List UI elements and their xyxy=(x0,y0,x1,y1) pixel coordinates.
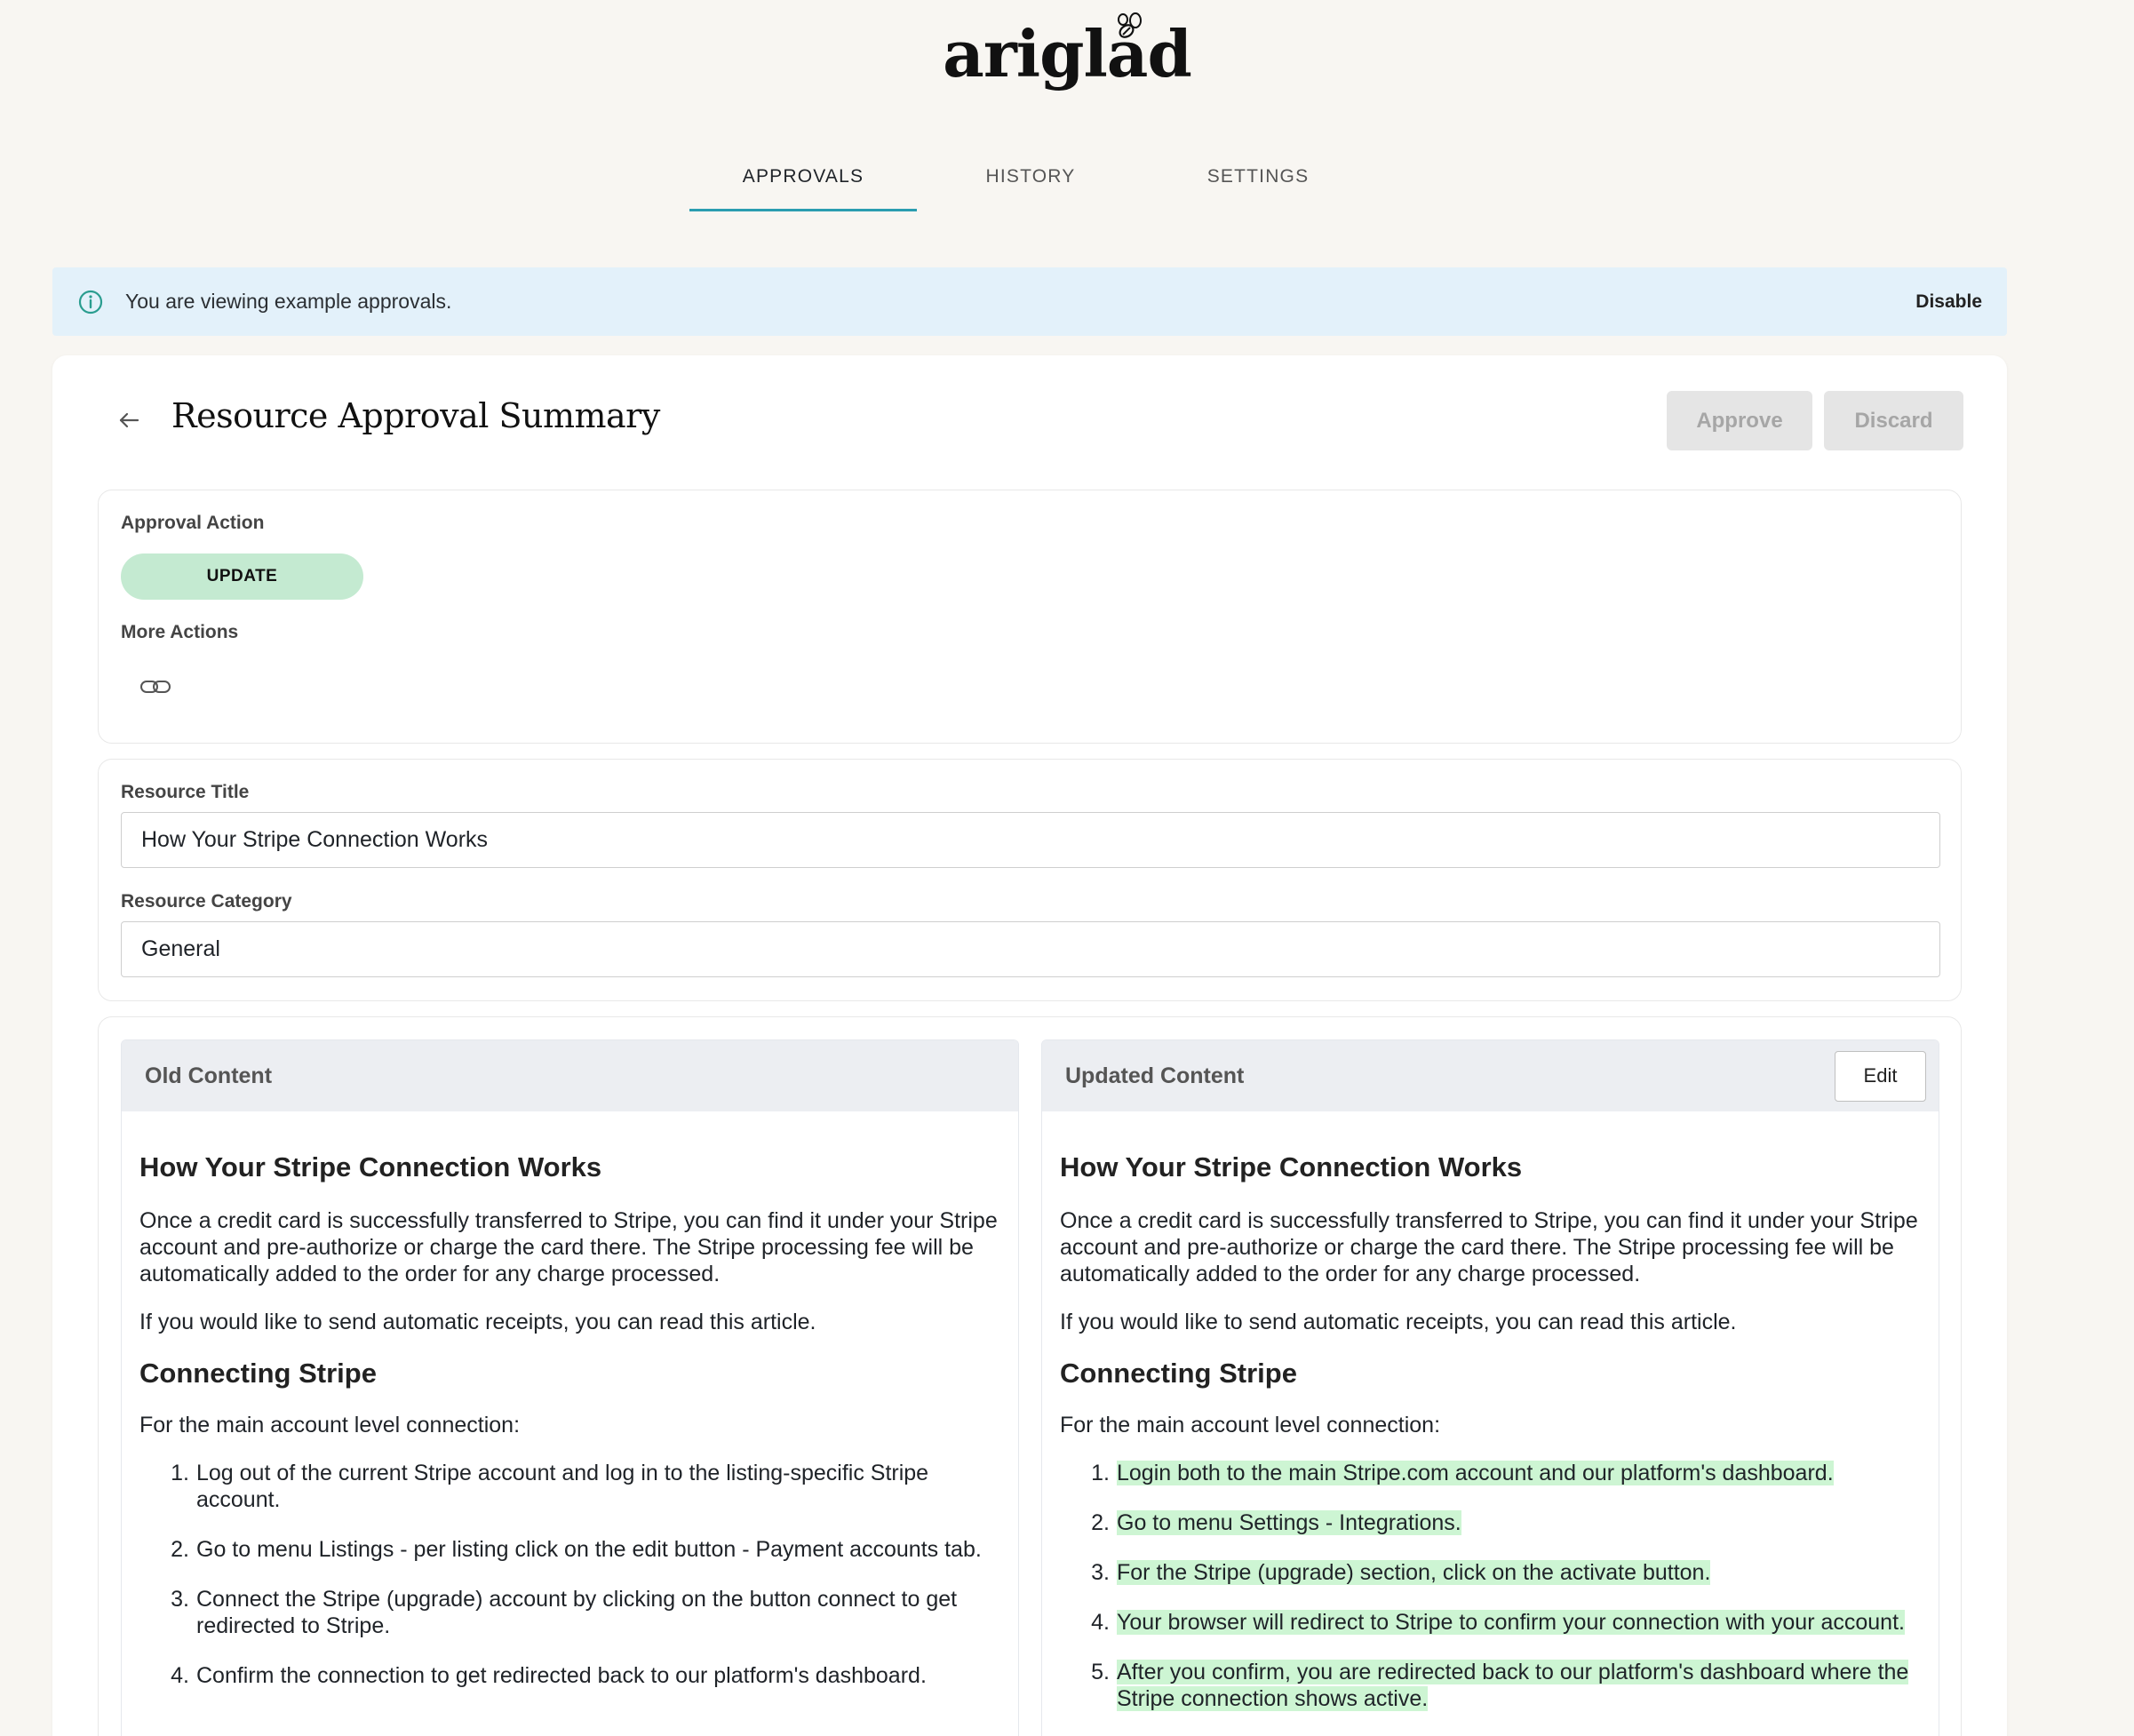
updated-content-heading: How Your Stripe Connection Works xyxy=(1060,1151,1523,1183)
old-content-steps: 1. Log out of the current Stripe account … xyxy=(139,1460,1000,1689)
disable-button[interactable]: Disable xyxy=(1915,291,1982,313)
old-content-paragraph: If you would like to send automatic rece… xyxy=(139,1310,816,1334)
info-icon xyxy=(78,290,103,314)
old-content-body: How Your Stripe Connection Works Once a … xyxy=(122,1111,1018,1689)
old-content-heading: How Your Stripe Connection Works xyxy=(139,1151,602,1183)
tab-history[interactable]: HISTORY xyxy=(917,151,1144,211)
highlighted-change: Login both to the main Stripe.com accoun… xyxy=(1117,1461,1834,1485)
updated-content-body: How Your Stripe Connection Works Once a … xyxy=(1042,1111,1939,1712)
banner-message: You are viewing example approvals. xyxy=(125,290,452,313)
list-item: 2. Go to menu Settings - Integrations. xyxy=(1091,1510,1461,1535)
discard-button[interactable]: Discard xyxy=(1824,391,1963,450)
tab-approvals[interactable]: APPROVALS xyxy=(689,151,917,211)
link-icon[interactable] xyxy=(139,675,171,698)
highlighted-change: After you confirm, you are redirected ba… xyxy=(1117,1660,1909,1711)
list-item: 4. Confirm the connection to get redirect… xyxy=(171,1663,927,1688)
list-item: 1. Log out of the current Stripe account … xyxy=(171,1461,929,1512)
more-actions-label: More Actions xyxy=(121,622,239,642)
brand-logo: ariglad xyxy=(0,16,2134,92)
resource-title-field[interactable]: How Your Stripe Connection Works xyxy=(121,812,1940,868)
logo-text: ariglad xyxy=(943,16,1192,92)
list-item: 3. Connect the Stripe (upgrade) account b… xyxy=(171,1587,958,1638)
old-content-header: Old Content xyxy=(122,1040,1018,1111)
old-content-paragraph: Once a credit card is successfully trans… xyxy=(139,1208,998,1286)
approve-button[interactable]: Approve xyxy=(1667,391,1812,450)
list-item: 4. Your browser will redirect to Stripe t… xyxy=(1091,1610,1905,1635)
update-action-pill[interactable]: UPDATE xyxy=(121,553,363,600)
main-tabs: APPROVALS HISTORY SETTINGS xyxy=(689,151,1372,211)
back-arrow-icon[interactable] xyxy=(115,407,142,434)
list-item: 2. Go to menu Listings - per listing clic… xyxy=(171,1537,982,1562)
list-item: 1. Login both to the main Stripe.com acco… xyxy=(1091,1461,1834,1485)
updated-content-column: Updated Content Edit How Your Stripe Con… xyxy=(1041,1039,1939,1736)
updated-content-steps: 1. Login both to the main Stripe.com acco… xyxy=(1060,1460,1921,1712)
approval-action-panel xyxy=(98,490,1962,744)
tab-settings[interactable]: SETTINGS xyxy=(1144,151,1372,211)
bee-logo-icon xyxy=(1118,12,1142,38)
updated-content-header: Updated Content Edit xyxy=(1042,1040,1939,1111)
info-banner: You are viewing example approvals. Disab… xyxy=(52,267,2007,336)
highlighted-change: Your browser will redirect to Stripe to … xyxy=(1117,1610,1905,1635)
updated-content-title: Updated Content xyxy=(1065,1063,1245,1088)
edit-button[interactable]: Edit xyxy=(1835,1050,1926,1102)
old-content-subheading: Connecting Stripe xyxy=(139,1358,377,1389)
approval-action-label: Approval Action xyxy=(121,513,265,533)
list-item: 5. After you confirm, you are redirected … xyxy=(1091,1660,1909,1711)
old-content-paragraph: For the main account level connection: xyxy=(139,1413,521,1437)
updated-content-paragraph: If you would like to send automatic rece… xyxy=(1060,1310,1737,1334)
highlighted-change: For the Stripe (upgrade) section, click … xyxy=(1117,1560,1711,1585)
highlighted-change: Go to menu Settings - Integrations. xyxy=(1117,1510,1461,1535)
resource-title-label: Resource Title xyxy=(121,782,250,802)
page-title: Resource Approval Summary xyxy=(171,396,660,435)
resource-category-label: Resource Category xyxy=(121,891,292,912)
updated-content-paragraph: For the main account level connection: xyxy=(1060,1413,1441,1437)
list-item: 3. For the Stripe (upgrade) section, clic… xyxy=(1091,1560,1711,1585)
updated-content-subheading: Connecting Stripe xyxy=(1060,1358,1297,1389)
old-content-title: Old Content xyxy=(145,1063,273,1088)
resource-category-field[interactable]: General xyxy=(121,921,1940,977)
updated-content-paragraph: Once a credit card is successfully trans… xyxy=(1060,1208,1918,1286)
old-content-column: Old Content How Your Stripe Connection W… xyxy=(121,1039,1019,1736)
